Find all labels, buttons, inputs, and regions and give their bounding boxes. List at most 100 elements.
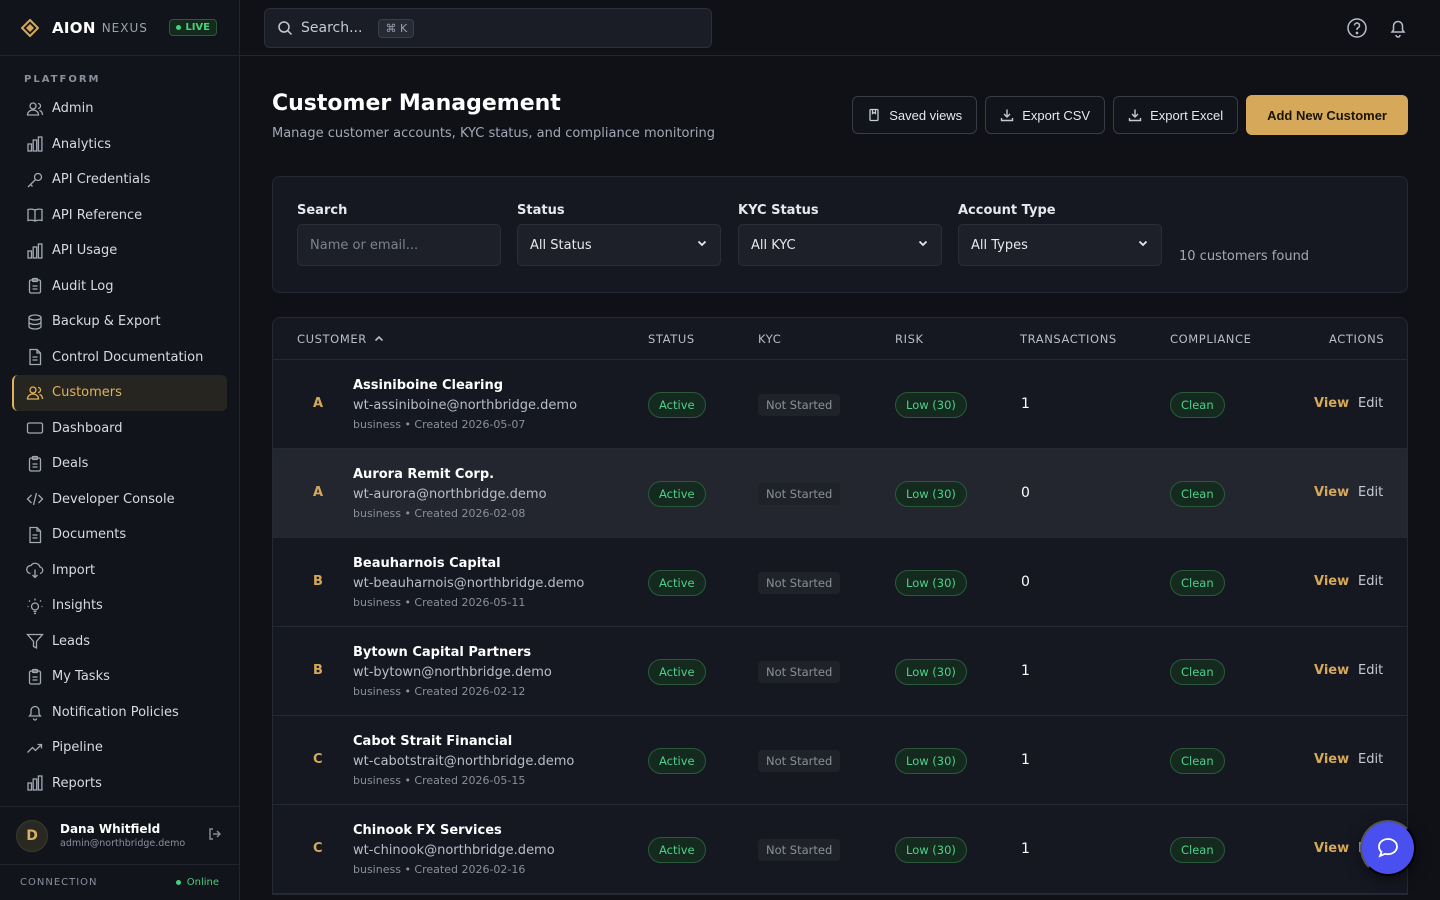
- status-badge: Active: [648, 659, 706, 685]
- import-icon: [26, 561, 44, 579]
- customer-search-input[interactable]: Name or email...: [297, 224, 501, 266]
- sidebar-item-label: Notification Policies: [52, 704, 179, 720]
- view-button[interactable]: View: [1314, 396, 1349, 411]
- sidebar-item-label: Deals: [52, 456, 89, 472]
- export-csv-button[interactable]: Export CSV: [985, 96, 1106, 134]
- header-kyc: KYC: [758, 332, 782, 346]
- edit-button[interactable]: Edit: [1358, 485, 1383, 500]
- sidebar-item-api-usage[interactable]: API Usage: [12, 233, 227, 269]
- document-icon: [26, 348, 44, 366]
- edit-button[interactable]: Edit: [1358, 396, 1383, 411]
- edit-button[interactable]: Edit: [1358, 663, 1383, 678]
- customer-name[interactable]: Aurora Remit Corp.: [353, 467, 494, 482]
- sidebar-item-pipeline[interactable]: Pipeline: [12, 730, 227, 766]
- chevron-up-icon: [373, 333, 385, 345]
- transactions-count: 1: [1021, 396, 1030, 412]
- help-icon[interactable]: [1346, 17, 1368, 39]
- table-row[interactable]: B Bytown Capital Partners wt-bytown@northb…: [273, 627, 1407, 716]
- kyc-badge: Not Started: [758, 661, 841, 683]
- sidebar-item-leads[interactable]: Leads: [12, 624, 227, 660]
- lightbulb-icon: [26, 597, 44, 615]
- sidebar-item-label: API Credentials: [52, 172, 151, 188]
- table-row[interactable]: B Beauharnois Capital wt-beauharnois@north…: [273, 538, 1407, 627]
- sidebar-item-import[interactable]: Import: [12, 553, 227, 589]
- customer-name[interactable]: Beauharnois Capital: [353, 556, 501, 571]
- chat-button[interactable]: [1360, 820, 1416, 876]
- kyc-select[interactable]: All KYC: [738, 224, 942, 266]
- table-row[interactable]: A Assiniboine Clearing wt-assiniboine@nort…: [273, 360, 1407, 449]
- view-button[interactable]: View: [1314, 841, 1349, 856]
- customer-name[interactable]: Chinook FX Services: [353, 823, 502, 838]
- edit-button[interactable]: Edit: [1358, 752, 1383, 767]
- status-select-value: All Status: [530, 237, 592, 253]
- customer-name[interactable]: Assiniboine Clearing: [353, 378, 503, 393]
- sidebar-item-insights[interactable]: Insights: [12, 588, 227, 624]
- avatar[interactable]: D: [16, 819, 48, 852]
- connection-bar: CONNECTION Online: [0, 864, 239, 900]
- sidebar: AION NEXUS LIVE PLATFORM Admin Analytics A…: [0, 0, 240, 900]
- sidebar-item-control-documentation[interactable]: Control Documentation: [12, 340, 227, 376]
- table-row[interactable]: A Aurora Remit Corp. wt-aurora@northbridge…: [273, 449, 1407, 538]
- sort-customer-header[interactable]: CUSTOMER: [297, 332, 385, 346]
- sidebar-item-api-credentials[interactable]: API Credentials: [12, 162, 227, 198]
- global-search[interactable]: Search... ⌘ K: [264, 8, 712, 48]
- sidebar-item-api-reference[interactable]: API Reference: [12, 198, 227, 234]
- export-excel-button[interactable]: Export Excel: [1113, 96, 1239, 134]
- search-placeholder: Search...: [301, 20, 363, 36]
- chevron-down-icon: [917, 237, 929, 253]
- sidebar-item-label: Audit Log: [52, 278, 114, 294]
- users-icon: [26, 384, 44, 402]
- export-excel-label: Export Excel: [1150, 107, 1224, 123]
- status-badge: Active: [648, 392, 706, 418]
- sidebar-nav: Admin Analytics API Credentials API Referen…: [0, 91, 239, 801]
- customer-name[interactable]: Cabot Strait Financial: [353, 734, 512, 749]
- status-select[interactable]: All Status: [517, 224, 721, 266]
- customer-name[interactable]: Bytown Capital Partners: [353, 645, 531, 660]
- view-button[interactable]: View: [1314, 485, 1349, 500]
- sidebar-item-label: Control Documentation: [52, 349, 204, 365]
- transactions-count: 0: [1021, 574, 1030, 590]
- user-name: Dana Whitfield: [60, 822, 161, 836]
- logout-icon[interactable]: [207, 826, 223, 846]
- sidebar-item-label: Backup & Export: [52, 314, 161, 330]
- account-type-select[interactable]: All Types: [958, 224, 1162, 266]
- sidebar-item-documents[interactable]: Documents: [12, 517, 227, 553]
- edit-button[interactable]: Edit: [1358, 574, 1383, 589]
- clipboard-icon: [26, 455, 44, 473]
- sidebar-item-label: Leads: [52, 633, 91, 649]
- saved-views-button[interactable]: Saved views: [852, 96, 978, 134]
- sidebar-item-analytics[interactable]: Analytics: [12, 127, 227, 163]
- table-header: CUSTOMER STATUS KYC RISK TRANSACTIONS CO…: [273, 318, 1407, 360]
- filter-status-label: Status: [517, 203, 565, 218]
- sidebar-item-customers[interactable]: Customers: [12, 375, 227, 411]
- table-row[interactable]: C Chinook FX Services wt-chinook@northbrid…: [273, 805, 1407, 894]
- sidebar-item-label: Insights: [52, 598, 103, 614]
- customer-initial: B: [313, 663, 323, 678]
- sidebar-item-deals[interactable]: Deals: [12, 446, 227, 482]
- sidebar-item-notification-policies[interactable]: Notification Policies: [12, 695, 227, 731]
- sidebar-item-label: Pipeline: [52, 740, 103, 756]
- sidebar-item-label: Customers: [52, 385, 122, 401]
- table-row[interactable]: C Cabot Strait Financial wt-cabotstrait@no…: [273, 716, 1407, 805]
- customer-email: wt-cabotstrait@northbridge.demo: [353, 754, 575, 769]
- customer-email: wt-aurora@northbridge.demo: [353, 487, 547, 502]
- sidebar-item-developer-console[interactable]: Developer Console: [12, 482, 227, 518]
- bar-chart-icon: [26, 135, 44, 153]
- bell-icon[interactable]: [1387, 17, 1409, 39]
- sidebar-item-dashboard[interactable]: Dashboard: [12, 411, 227, 447]
- sidebar-item-audit-log[interactable]: Audit Log: [12, 269, 227, 305]
- sidebar-item-admin[interactable]: Admin: [12, 91, 227, 127]
- view-button[interactable]: View: [1314, 752, 1349, 767]
- add-customer-button[interactable]: Add New Customer: [1246, 95, 1408, 135]
- status-badge: Active: [648, 837, 706, 863]
- download-icon: [1128, 108, 1142, 122]
- view-button[interactable]: View: [1314, 574, 1349, 589]
- bell-icon: [26, 703, 44, 721]
- sidebar-item-my-tasks[interactable]: My Tasks: [12, 659, 227, 695]
- sidebar-item-backup-export[interactable]: Backup & Export: [12, 304, 227, 340]
- view-button[interactable]: View: [1314, 663, 1349, 678]
- code-icon: [26, 490, 44, 508]
- status-badge: Active: [648, 748, 706, 774]
- sidebar-item-reports[interactable]: Reports: [12, 766, 227, 802]
- brand-name: AION: [52, 18, 96, 37]
